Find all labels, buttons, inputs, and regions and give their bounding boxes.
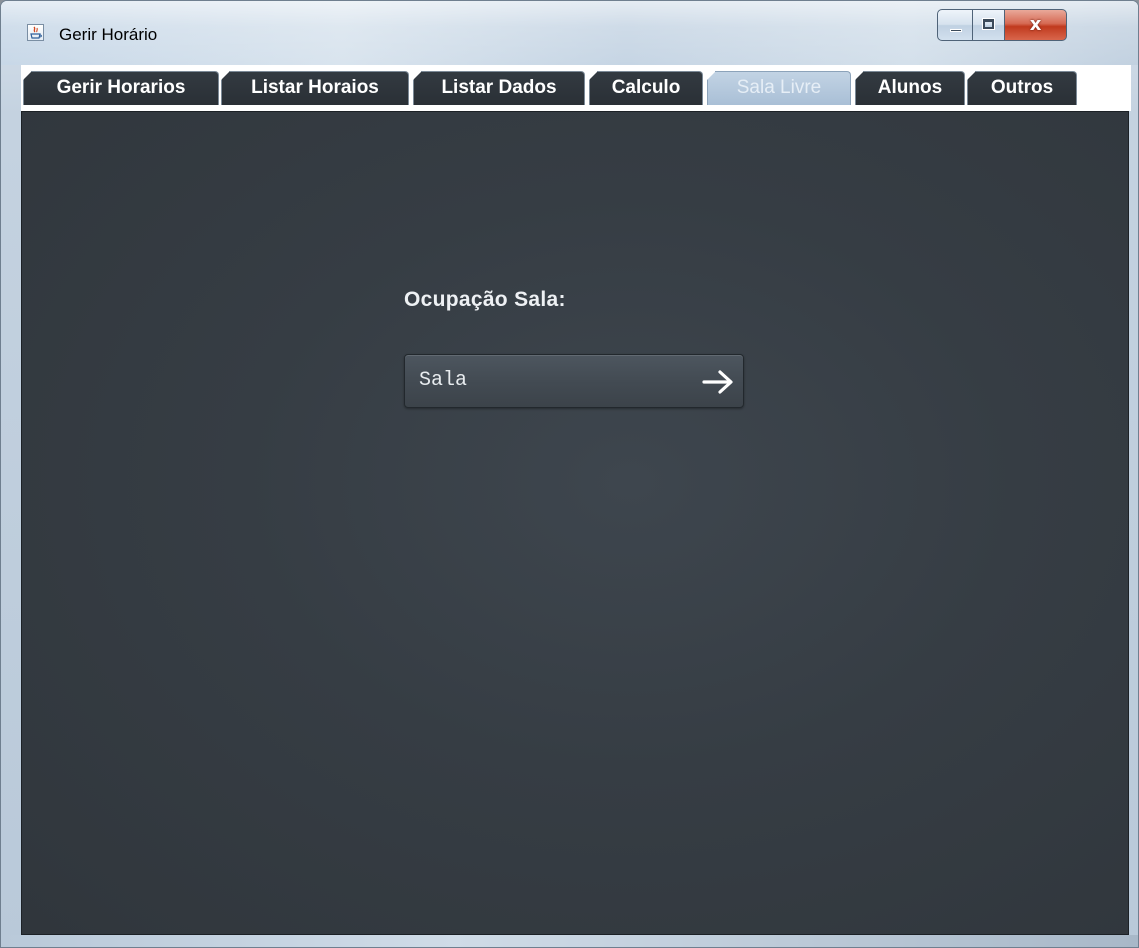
- maximize-button[interactable]: [973, 9, 1005, 41]
- application-window: Gerir Horário x Gerir Horarios Listar Ho…: [0, 0, 1139, 948]
- close-button[interactable]: x: [1005, 9, 1067, 41]
- sala-livre-panel: Ocupação Sala: Sala: [21, 111, 1129, 935]
- section-label-ocupacao-sala: Ocupação Sala:: [404, 288, 566, 311]
- arrow-right-icon: [702, 370, 733, 394]
- tab-outros[interactable]: Outros: [967, 71, 1077, 105]
- java-icon[interactable]: [27, 24, 44, 41]
- room-selector-button[interactable]: Sala: [404, 354, 744, 408]
- tab-bar: Gerir Horarios Listar Horaios Listar Dad…: [21, 65, 1131, 111]
- room-field-value: Sala: [419, 369, 468, 392]
- tab-listar-horaios[interactable]: Listar Horaios: [221, 71, 409, 105]
- tab-calculo[interactable]: Calculo: [589, 71, 703, 105]
- tab-listar-dados[interactable]: Listar Dados: [413, 71, 585, 105]
- close-icon: x: [1029, 14, 1042, 35]
- window-controls: x: [937, 9, 1067, 43]
- window-title: Gerir Horário: [59, 25, 158, 44]
- minimize-button[interactable]: [937, 9, 973, 41]
- tab-alunos[interactable]: Alunos: [855, 71, 965, 105]
- title-bar[interactable]: Gerir Horário x: [1, 1, 1138, 65]
- window-bottom-frame: [1, 935, 1138, 947]
- tab-sala-livre[interactable]: Sala Livre: [707, 71, 851, 105]
- tab-gerir-horarios[interactable]: Gerir Horarios: [23, 71, 219, 105]
